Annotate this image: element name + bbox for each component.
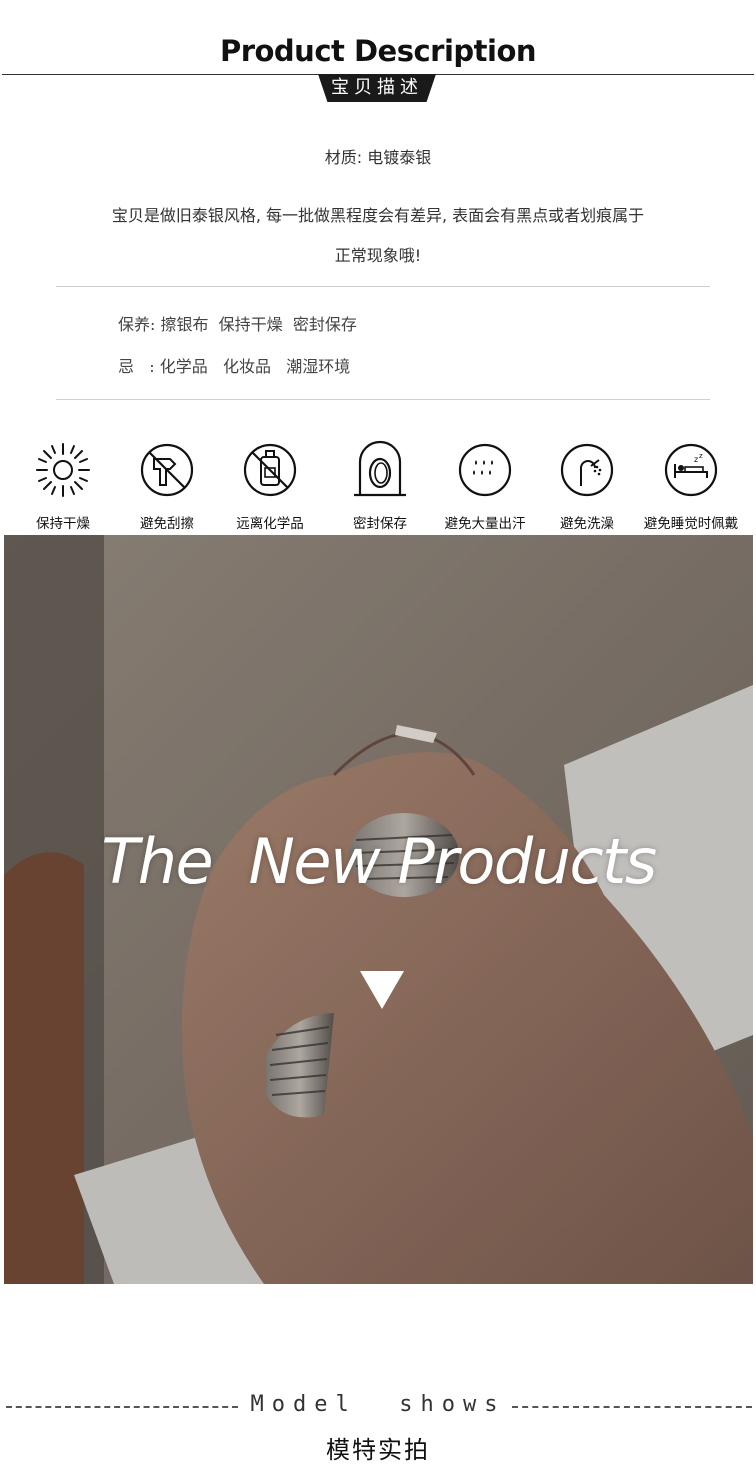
photo-title: The New Products [101, 825, 657, 898]
care-icon-item: 避免刮擦 [112, 440, 222, 532]
material-text: 材质: 电镀泰银 [324, 148, 432, 167]
sleep-icon: z z [664, 443, 718, 497]
note-line-2: 正常现象哦! [334, 246, 422, 265]
page-title: Product Description [219, 34, 537, 68]
note-line-1: 宝贝是做旧泰银风格, 每一批做黑程度会有差异, 表面会有黑点或者划痕属于 [111, 206, 645, 225]
icon-label: 保持干燥 [36, 516, 90, 532]
sweat-drops-icon [458, 443, 512, 497]
icon-label: 远离化学品 [236, 516, 304, 532]
care-icon-item: 保持干燥 [8, 440, 118, 532]
svg-text:z: z [694, 455, 698, 464]
icon-label: 避免睡觉时佩戴 [643, 516, 739, 532]
care-icon-item: 密封保存 [325, 440, 435, 532]
down-arrow-icon [360, 971, 404, 1009]
care-icon-item: 避免洗澡 [532, 440, 642, 532]
model-shows-title: Model shows [250, 1392, 506, 1417]
care-icon-item: 避免大量出汗 [430, 440, 540, 532]
svg-text:z: z [699, 452, 703, 460]
icon-label: 密封保存 [353, 516, 407, 532]
icon-label: 避免刮擦 [140, 516, 194, 532]
icon-label: 避免大量出汗 [444, 516, 526, 532]
care-icon-item: 远离化学品 [215, 440, 325, 532]
divider [56, 286, 710, 287]
no-chemicals-icon [243, 443, 297, 497]
care-avoid-text: 忌 : 化学品 化妆品 潮湿环境 [118, 357, 351, 376]
shower-icon [560, 443, 614, 497]
care-maintain-text: 保养: 擦银布 保持干燥 密封保存 [118, 315, 357, 334]
section-tag: 宝贝描述 [318, 74, 436, 102]
product-photo-image [4, 535, 753, 1284]
icon-label: 避免洗澡 [560, 516, 614, 532]
product-photo: The New Products [4, 535, 753, 1284]
model-shows-subtitle: 模特实拍 [326, 1436, 430, 1464]
divider [56, 399, 710, 400]
no-scratch-icon [140, 443, 194, 497]
care-icon-item: z z 避免睡觉时佩戴 [636, 440, 746, 532]
sealed-ring-icon [354, 440, 406, 497]
sun-icon [36, 443, 90, 497]
